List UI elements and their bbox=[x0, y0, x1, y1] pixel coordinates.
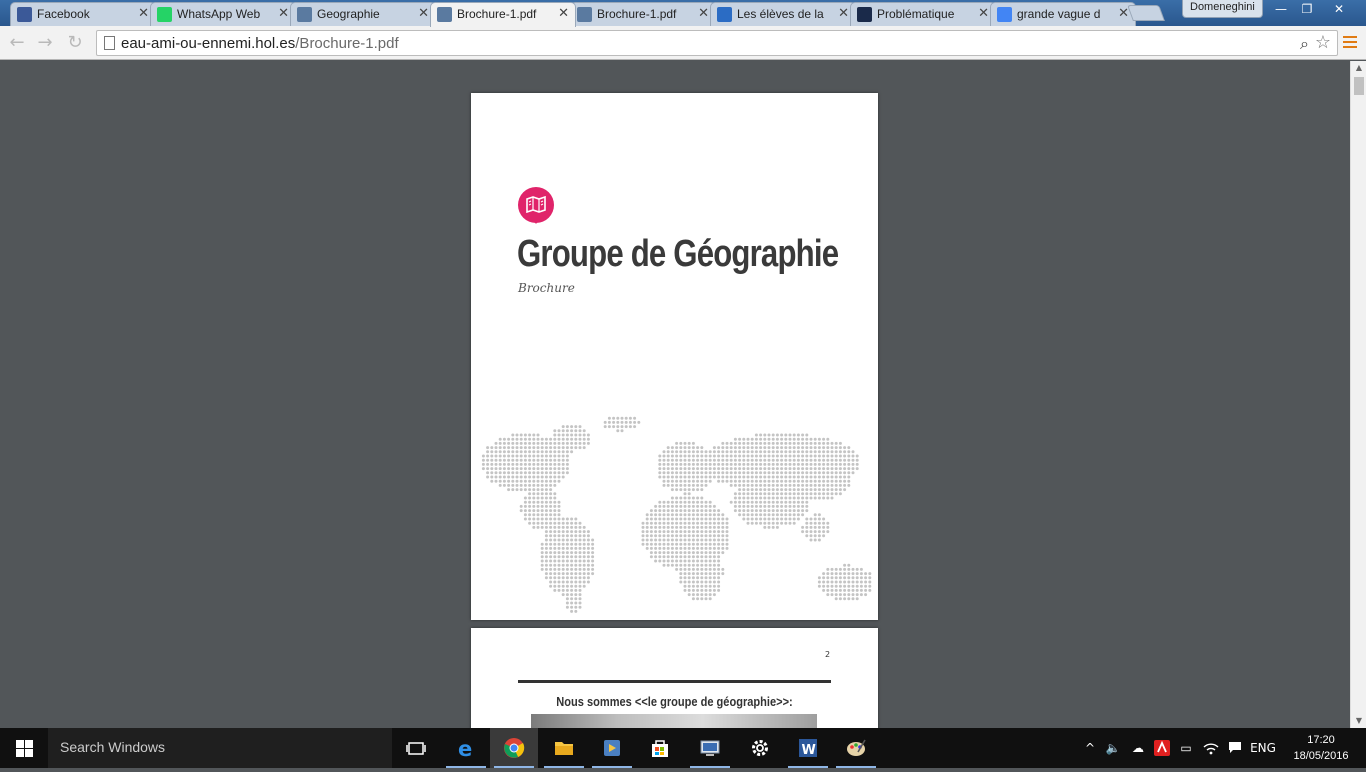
map-book-icon bbox=[518, 187, 554, 224]
bookmark-star-icon[interactable]: ☆ bbox=[1315, 32, 1331, 53]
chrome-icon[interactable] bbox=[490, 728, 538, 768]
tab-close-icon[interactable]: ✕ bbox=[278, 6, 289, 22]
file-explorer-icon[interactable] bbox=[540, 728, 588, 768]
facebook-icon bbox=[17, 7, 32, 22]
whatsapp-icon bbox=[157, 7, 172, 22]
document-subtitle: Brochure bbox=[518, 281, 575, 295]
vertical-scrollbar[interactable]: ▲ ▼ bbox=[1350, 61, 1366, 728]
svg-text:e: e bbox=[458, 737, 472, 759]
site-icon bbox=[577, 7, 592, 22]
action-center-icon[interactable] bbox=[1224, 728, 1246, 768]
scroll-up-icon[interactable]: ▲ bbox=[1351, 61, 1366, 75]
browser-tab[interactable]: grande vague d ✕ bbox=[990, 2, 1136, 26]
new-tab-button[interactable] bbox=[1127, 5, 1165, 21]
volume-icon[interactable]: 🔈 bbox=[1102, 728, 1124, 768]
edge-icon[interactable]: e bbox=[442, 728, 490, 768]
document-title: Groupe de Géographie bbox=[517, 233, 839, 275]
paint-icon[interactable] bbox=[832, 728, 880, 768]
restore-icon[interactable]: ❐ bbox=[1296, 0, 1318, 18]
start-button[interactable] bbox=[0, 728, 48, 768]
network-app-icon[interactable] bbox=[686, 728, 734, 768]
browser-tab[interactable]: Les élèves de la ✕ bbox=[710, 2, 856, 26]
url-host: eau-ami-ou-ennemi.hol.es bbox=[121, 35, 296, 52]
chrome-menu-icon[interactable] bbox=[1343, 36, 1357, 48]
browser-tab[interactable]: Geographie ✕ bbox=[290, 2, 436, 26]
pdf-page-2: 2 Nous sommes <<le groupe de géographie>… bbox=[471, 628, 878, 728]
browser-tab[interactable]: Brochure-1.pdf ✕ bbox=[570, 2, 716, 26]
tab-title: Geographie bbox=[317, 7, 380, 21]
scroll-thumb[interactable] bbox=[1354, 77, 1364, 95]
tab-close-icon[interactable]: ✕ bbox=[138, 6, 149, 22]
clock-time: 17:20 bbox=[1307, 734, 1335, 746]
tab-strip: Facebook ✕ WhatsApp Web ✕ Geographie ✕ Brochur… bbox=[0, 0, 1366, 27]
tab-title: Les élèves de la bbox=[737, 7, 824, 21]
reload-icon[interactable]: ↻ bbox=[64, 32, 86, 54]
browser-toolbar: ← → ↻ eau-ami-ou-ennemi.hol.es/Brochure-… bbox=[0, 26, 1366, 60]
wifi-icon[interactable] bbox=[1200, 728, 1222, 768]
windows-taskbar: Search Windows e W ^ 🔈 ☁ ▭ ENG 17:20 18/… bbox=[0, 728, 1366, 768]
battery-icon[interactable]: ▭ bbox=[1175, 728, 1197, 768]
search-placeholder: Search Windows bbox=[60, 739, 166, 755]
pdf-viewer[interactable]: Groupe de Géographie Brochure 2 Nous som… bbox=[0, 61, 1350, 728]
url-text[interactable]: eau-ami-ou-ennemi.hol.es/Brochure-1.pdf bbox=[121, 35, 399, 52]
settings-icon[interactable] bbox=[736, 728, 784, 768]
zoom-icon[interactable]: ⌕ bbox=[1300, 34, 1309, 54]
back-icon[interactable]: ← bbox=[6, 32, 28, 54]
show-hidden-icons-icon[interactable]: ^ bbox=[1080, 728, 1100, 768]
group-photo bbox=[531, 714, 817, 728]
page-icon bbox=[104, 36, 115, 50]
divider bbox=[518, 680, 831, 683]
site-icon bbox=[297, 7, 312, 22]
tab-title: Brochure-1.pdf bbox=[457, 7, 537, 21]
browser-tab[interactable]: Problématique ✕ bbox=[850, 2, 996, 26]
antivirus-icon[interactable] bbox=[1151, 728, 1173, 768]
close-window-icon[interactable]: ✕ bbox=[1328, 0, 1350, 18]
site-icon bbox=[437, 7, 452, 22]
tab-title: Problématique bbox=[877, 7, 955, 21]
pdf-page-1: Groupe de Géographie Brochure bbox=[471, 93, 878, 620]
page-number: 2 bbox=[825, 650, 831, 659]
word-icon[interactable]: W bbox=[784, 728, 832, 768]
browser-tab[interactable]: Brochure-1.pdf ✕ bbox=[430, 2, 576, 27]
tab-close-icon[interactable]: ✕ bbox=[418, 6, 429, 22]
tab-close-icon[interactable]: ✕ bbox=[558, 6, 569, 22]
address-bar[interactable]: eau-ami-ou-ennemi.hol.es/Brochure-1.pdf … bbox=[96, 30, 1338, 56]
forward-icon[interactable]: → bbox=[34, 32, 56, 54]
language-indicator[interactable]: ENG bbox=[1248, 728, 1278, 768]
windows-logo-icon bbox=[16, 740, 33, 757]
scroll-down-icon[interactable]: ▼ bbox=[1351, 714, 1366, 728]
svg-text:W: W bbox=[802, 743, 816, 758]
media-player-icon[interactable] bbox=[588, 728, 636, 768]
dark-site-icon bbox=[857, 7, 872, 22]
tab-close-icon[interactable]: ✕ bbox=[698, 6, 709, 22]
store-icon[interactable] bbox=[636, 728, 684, 768]
browser-tab[interactable]: WhatsApp Web ✕ bbox=[150, 2, 296, 26]
profile-button[interactable]: Domeneghini bbox=[1182, 0, 1263, 18]
tab-title: Facebook bbox=[37, 7, 90, 21]
browser-tab[interactable]: Facebook ✕ bbox=[10, 2, 156, 26]
tab-title: Brochure-1.pdf bbox=[597, 7, 677, 21]
system-clock[interactable]: 17:20 18/05/2016 bbox=[1288, 732, 1354, 764]
tab-title: grande vague d bbox=[1017, 7, 1101, 21]
document-icon bbox=[717, 7, 732, 22]
google-icon bbox=[997, 7, 1012, 22]
minimize-icon[interactable]: — bbox=[1270, 0, 1292, 18]
tab-title: WhatsApp Web bbox=[177, 7, 261, 21]
task-view-icon[interactable] bbox=[392, 728, 440, 768]
clock-date: 18/05/2016 bbox=[1293, 750, 1349, 762]
world-map-illustration bbox=[481, 416, 872, 613]
onedrive-icon[interactable]: ☁ bbox=[1127, 728, 1149, 768]
tab-close-icon[interactable]: ✕ bbox=[978, 6, 989, 22]
section-heading: Nous sommes <<le groupe de géographie>>: bbox=[556, 694, 793, 709]
url-path: /Brochure-1.pdf bbox=[295, 35, 399, 52]
tab-close-icon[interactable]: ✕ bbox=[838, 6, 849, 22]
search-windows-box[interactable]: Search Windows bbox=[48, 728, 392, 768]
